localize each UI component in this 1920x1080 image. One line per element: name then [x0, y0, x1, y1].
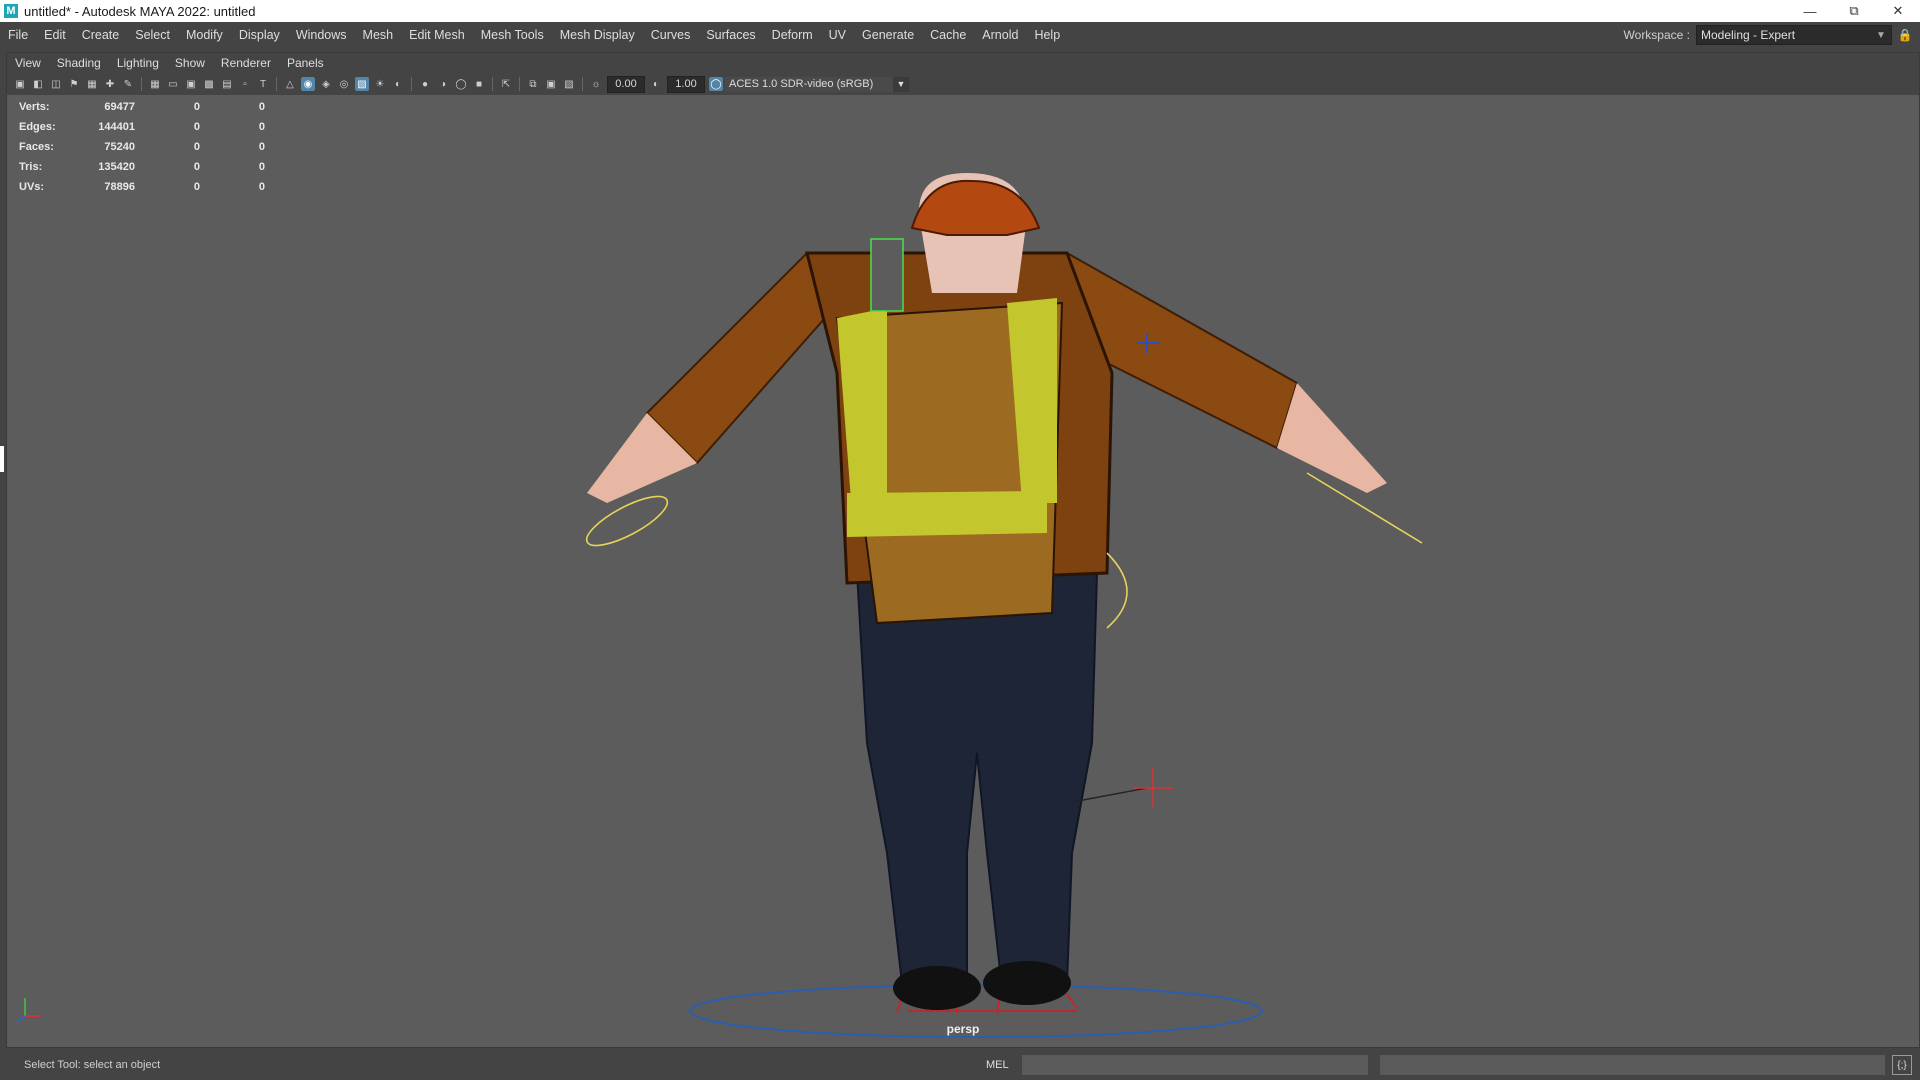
- character-vest: [835, 298, 1064, 625]
- mel-language-toggle[interactable]: MEL: [986, 1059, 1009, 1071]
- menu-edit-mesh[interactable]: Edit Mesh: [401, 28, 473, 42]
- close-icon[interactable]: ✕: [1876, 0, 1920, 22]
- menu-display[interactable]: Display: [231, 28, 288, 42]
- view-axis-indicator: [16, 998, 41, 1022]
- face-ui-panel[interactable]: [870, 238, 904, 312]
- status-bar: Select Tool: select an object MEL {;}: [0, 1049, 1920, 1080]
- help-line: Select Tool: select an object: [24, 1058, 161, 1071]
- menu-mesh-tools[interactable]: Mesh Tools: [473, 28, 552, 42]
- workspace-selector: Workspace : Modeling - Expert ▼ 🔒: [1624, 22, 1912, 48]
- title-bar: M untitled* - Autodesk MAYA 2022: untitl…: [0, 0, 1920, 22]
- menu-surfaces[interactable]: Surfaces: [698, 28, 763, 42]
- hip-control[interactable]: [1106, 552, 1128, 629]
- window-title: untitled* - Autodesk MAYA 2022: untitled: [24, 3, 256, 19]
- pole-vector-control[interactable]: [1133, 768, 1173, 808]
- side-panel-tab[interactable]: [0, 446, 4, 472]
- character-pants: [855, 572, 1099, 990]
- menu-file[interactable]: File: [0, 28, 36, 42]
- restore-icon[interactable]: ⧉: [1832, 0, 1876, 22]
- menu-select[interactable]: Select: [127, 28, 178, 42]
- menu-modify[interactable]: Modify: [178, 28, 231, 42]
- menu-windows[interactable]: Windows: [288, 28, 355, 42]
- menu-arnold[interactable]: Arnold: [974, 28, 1026, 42]
- workspace-dropdown[interactable]: Modeling - Expert ▼: [1696, 25, 1892, 45]
- chevron-down-icon[interactable]: ▼: [1873, 26, 1889, 44]
- menu-help[interactable]: Help: [1026, 28, 1068, 42]
- main-menu-bar: File Edit Create Select Modify Display W…: [0, 22, 1920, 48]
- window-controls: — ⧉ ✕: [1788, 0, 1920, 22]
- menu-deform[interactable]: Deform: [764, 28, 821, 42]
- menu-cache[interactable]: Cache: [922, 28, 974, 42]
- viewport-panel[interactable]: View Shading Lighting Show Renderer Pane…: [6, 52, 1920, 1048]
- script-editor-icon[interactable]: {;}: [1892, 1055, 1912, 1075]
- menu-create[interactable]: Create: [74, 28, 128, 42]
- workspace-value: Modeling - Expert: [1701, 28, 1796, 42]
- maya-app-icon: M: [4, 4, 18, 18]
- command-result-field: [1380, 1055, 1885, 1075]
- workspace-label: Workspace :: [1623, 28, 1690, 42]
- lock-icon[interactable]: 🔒: [1898, 27, 1913, 43]
- menu-generate[interactable]: Generate: [854, 28, 922, 42]
- menu-mesh[interactable]: Mesh: [355, 28, 402, 42]
- menu-mesh-display[interactable]: Mesh Display: [552, 28, 643, 42]
- camera-name-label: persp: [946, 1022, 980, 1036]
- minimize-icon[interactable]: —: [1788, 0, 1832, 22]
- menu-curves[interactable]: Curves: [643, 28, 699, 42]
- left-hand-control[interactable]: [581, 488, 674, 555]
- scene-view[interactable]: [7, 53, 1919, 1047]
- menu-uv[interactable]: UV: [821, 28, 854, 42]
- command-line-input[interactable]: [1022, 1055, 1368, 1075]
- menu-edit[interactable]: Edit: [36, 28, 74, 42]
